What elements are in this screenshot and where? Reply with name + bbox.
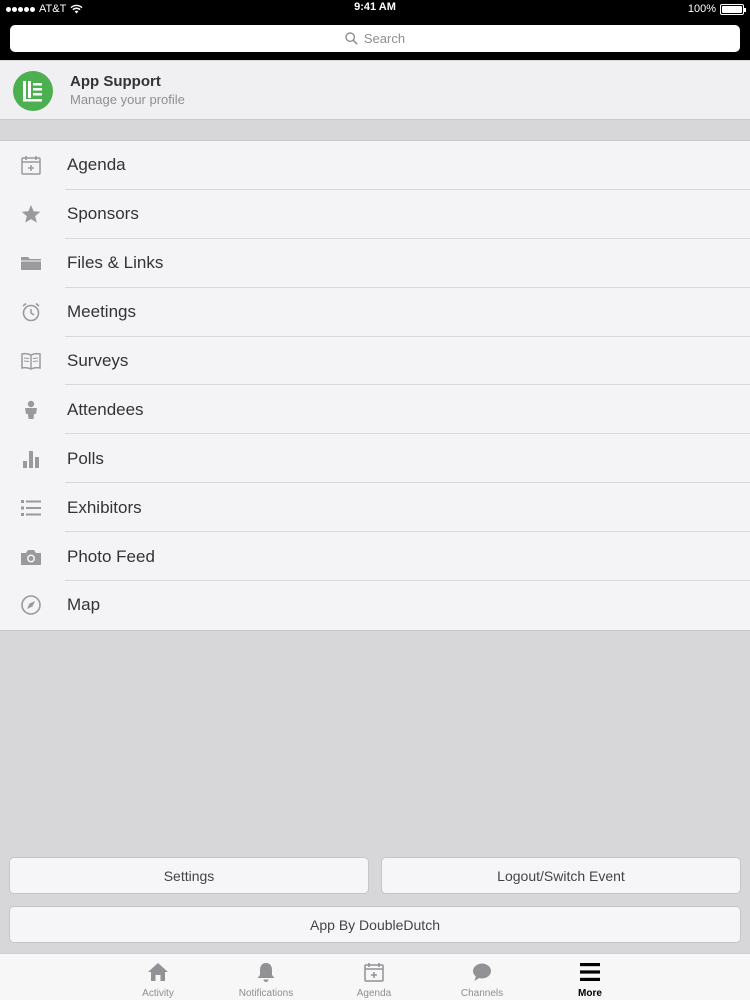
folder-icon bbox=[19, 251, 43, 275]
menu-item-surveys[interactable]: Surveys bbox=[0, 337, 750, 386]
tab-label: Activity bbox=[142, 988, 174, 999]
compass-icon bbox=[19, 593, 43, 617]
menu-item-meetings[interactable]: Meetings bbox=[0, 288, 750, 337]
menu-item-label: Photo Feed bbox=[67, 546, 155, 566]
person-icon bbox=[19, 398, 43, 422]
app-logo-avatar bbox=[13, 71, 53, 111]
clock: 9:41 AM bbox=[354, 1, 396, 13]
menu-item-label: Agenda bbox=[67, 155, 126, 175]
tab-agenda[interactable]: Agenda bbox=[334, 954, 414, 1000]
more-menu-list: Agenda Sponsors Files & Links Meetings S… bbox=[0, 140, 750, 631]
app-by-doubledutch-button[interactable]: App By DoubleDutch bbox=[9, 906, 741, 943]
menu-item-label: Sponsors bbox=[67, 204, 139, 224]
search-placeholder: Search bbox=[363, 31, 406, 46]
star-icon bbox=[19, 202, 43, 226]
profile-subtitle: Manage your profile bbox=[70, 92, 185, 107]
battery-status: 100% bbox=[687, 2, 746, 16]
tab-bar: Activity Notifications Agenda Channels M… bbox=[0, 953, 750, 1000]
tab-activity[interactable]: Activity bbox=[118, 954, 198, 1000]
menu-item-files-links[interactable]: Files & Links bbox=[0, 239, 750, 288]
status-bar: AT&T 9:41 AM 100% Search bbox=[0, 0, 750, 60]
search-input[interactable]: Search bbox=[10, 25, 740, 52]
logout-switch-event-button[interactable]: Logout/Switch Event bbox=[381, 857, 741, 894]
battery-percent: 100% bbox=[687, 3, 716, 15]
alarm-clock-icon bbox=[19, 300, 43, 324]
menu-item-agenda[interactable]: Agenda bbox=[0, 141, 750, 190]
tab-label: More bbox=[578, 988, 602, 999]
tab-channels[interactable]: Channels bbox=[442, 954, 522, 1000]
bell-icon bbox=[255, 960, 277, 984]
menu-item-polls[interactable]: Polls bbox=[0, 434, 750, 484]
tab-more[interactable]: More bbox=[550, 954, 630, 1000]
hamburger-menu-icon bbox=[578, 960, 602, 984]
tab-notifications[interactable]: Notifications bbox=[226, 954, 306, 1000]
bar-chart-icon bbox=[19, 447, 43, 471]
menu-item-label: Exhibitors bbox=[67, 497, 142, 517]
profile-header[interactable]: App Support Manage your profile bbox=[0, 61, 750, 120]
calendar-icon bbox=[363, 960, 385, 984]
menu-item-map[interactable]: Map bbox=[0, 581, 750, 630]
menu-item-photo-feed[interactable]: Photo Feed bbox=[0, 532, 750, 581]
app-logo-icon bbox=[23, 81, 42, 102]
profile-name: App Support bbox=[70, 73, 161, 90]
battery-icon bbox=[720, 3, 746, 15]
tab-label: Channels bbox=[460, 988, 504, 999]
menu-item-label: Surveys bbox=[67, 351, 129, 370]
menu-item-label: Files & Links bbox=[67, 253, 164, 273]
calendar-icon bbox=[19, 153, 43, 177]
tab-label: Notifications bbox=[238, 988, 294, 999]
menu-item-label: Polls bbox=[67, 448, 104, 468]
settings-button[interactable]: Settings bbox=[9, 857, 369, 894]
menu-item-attendees[interactable]: Attendees bbox=[0, 385, 750, 435]
menu-item-label: Map bbox=[67, 595, 101, 615]
menu-item-sponsors[interactable]: Sponsors bbox=[0, 190, 750, 239]
home-icon bbox=[146, 960, 170, 984]
menu-item-label: Meetings bbox=[67, 302, 136, 322]
list-icon bbox=[19, 496, 43, 520]
chat-bubble-icon bbox=[471, 960, 493, 984]
open-book-icon bbox=[19, 349, 43, 373]
menu-item-label: Attendees bbox=[67, 399, 144, 419]
camera-icon bbox=[19, 545, 43, 569]
tab-label: Agenda bbox=[356, 988, 392, 999]
menu-item-exhibitors[interactable]: Exhibitors bbox=[0, 483, 750, 533]
search-icon bbox=[345, 32, 358, 45]
